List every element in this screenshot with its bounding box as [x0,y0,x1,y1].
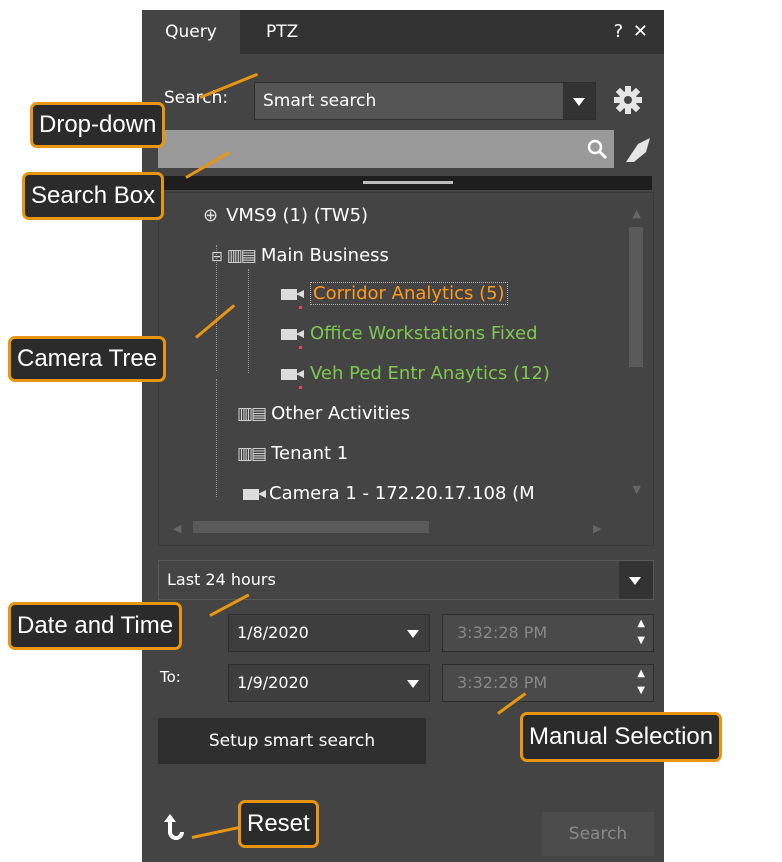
to-time-value: 3:32:28 PM [457,673,548,692]
chevron-down-icon[interactable] [563,83,595,119]
tree-item-camera[interactable]: Corridor Analytics (5) [281,282,508,309]
calendar-dropdown-icon[interactable] [397,665,429,701]
tree-line [216,379,217,497]
globe-icon: ⊕ [203,205,219,226]
window-controls: ? ✕ [614,10,650,54]
scroll-up-icon[interactable]: ▲ [633,207,641,220]
tree-item-tenant-1[interactable]: ▥▤ Tenant 1 [237,443,348,464]
setup-smart-search-button[interactable]: Setup smart search [158,718,426,764]
tree-item-camera-1[interactable]: Camera 1 - 172.20.17.108 (M [243,483,535,504]
to-date-field[interactable]: 1/9/2020 [228,664,430,702]
camera-tree: ⊕ VMS9 (1) (TW5) ⊟ ▥▤ Main Business Corrido… [158,192,654,546]
callout-camera-tree: Camera Tree [8,336,167,382]
search-input[interactable] [158,130,614,168]
status-dot [299,346,302,349]
status-dot [299,386,302,389]
callout-dropdown: Drop-down [30,102,166,148]
reset-arrow-icon[interactable] [162,812,192,842]
from-date-value: 1/8/2020 [237,623,309,642]
search-type-dropdown[interactable]: Smart search [254,82,596,120]
camera-icon [281,288,304,300]
eraser-icon[interactable] [620,134,654,166]
building-icon: ▥▤ [237,444,267,464]
search-button[interactable]: Search [542,812,654,856]
splitter-handle[interactable] [158,176,652,190]
tree-item-other-activities[interactable]: ▥▤ Other Activities [237,403,410,424]
to-date-value: 1/9/2020 [237,673,309,692]
tab-ptz[interactable]: PTZ [266,10,298,54]
tree-line [248,269,249,373]
tree-item-camera[interactable]: Veh Ped Entr Anaytics (12) [281,363,550,389]
tree-item-camera[interactable]: Office Workstations Fixed [281,323,538,349]
time-range-value: Last 24 hours [167,570,276,589]
from-time-value: 3:32:28 PM [457,623,548,642]
time-range-dropdown[interactable]: Last 24 hours [158,560,654,600]
camera-icon [281,368,304,380]
callout-search-box: Search Box [22,172,165,220]
chevron-down-icon[interactable] [619,561,653,599]
building-icon: ▥▤ [237,404,267,424]
to-time-field[interactable]: 3:32:28 PM ▲ ▼ [442,664,654,702]
to-label: To: [160,668,181,686]
callout-reset: Reset [238,800,319,848]
scroll-left-icon[interactable]: ◀ [173,522,181,535]
search-icon[interactable] [586,138,608,160]
from-date-field[interactable]: 1/8/2020 [228,614,430,652]
time-spinner-icon[interactable]: ▲ ▼ [637,665,645,699]
tree-item-main-business[interactable]: ⊟ ▥▤ Main Business [211,245,389,266]
collapse-icon[interactable]: ⊟ [211,249,223,265]
callout-date-time: Date and Time [8,602,183,650]
camera-icon [243,488,266,500]
vertical-scrollbar[interactable] [629,227,643,367]
gear-icon[interactable] [612,84,644,116]
from-time-field[interactable]: 3:32:28 PM ▲ ▼ [442,614,654,652]
calendar-dropdown-icon[interactable] [397,615,429,651]
callout-manual-selection: Manual Selection [520,712,723,762]
close-icon[interactable]: ✕ [633,21,650,42]
tree-root[interactable]: ⊕ VMS9 (1) (TW5) [203,205,368,226]
scroll-right-icon[interactable]: ▶ [593,522,601,535]
tab-query[interactable]: Query [142,10,240,54]
time-spinner-icon[interactable]: ▲ ▼ [637,615,645,649]
scroll-down-icon[interactable]: ▼ [633,483,641,496]
horizontal-scrollbar[interactable] [193,521,429,533]
status-dot [299,306,302,309]
help-icon[interactable]: ? [614,21,626,42]
search-type-value: Smart search [263,91,377,111]
building-icon: ▥▤ [226,246,257,266]
tab-bar: Query PTZ ? ✕ [142,10,664,54]
camera-icon [281,328,304,340]
